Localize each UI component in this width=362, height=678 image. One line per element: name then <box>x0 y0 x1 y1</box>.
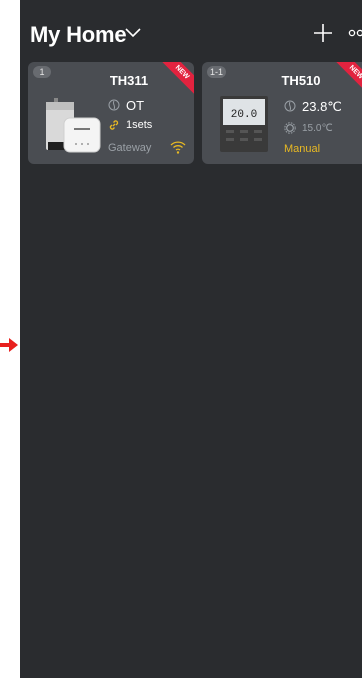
device-name: TH311 <box>109 73 149 88</box>
current-temp-value: 23.8℃ <box>302 99 342 114</box>
thermostat-display-temp: 20.0 <box>231 109 257 121</box>
device-type-label: Gateway <box>108 142 152 154</box>
mode-label: Manual <box>284 143 321 155</box>
app-screen: My Home 1 NEW TH311 OT 1sets Gateway 1-1… <box>20 0 362 678</box>
link-icon <box>109 120 119 130</box>
gateway-image <box>63 117 101 153</box>
add-device-button[interactable] <box>312 22 334 44</box>
temperature-icon <box>284 100 296 112</box>
red-arrow-indicator <box>0 338 18 352</box>
device-card-th311[interactable]: 1 NEW TH311 OT 1sets Gateway <box>28 62 194 164</box>
device-card-th510[interactable]: 1-1 NEW TH510 20.0 23.8℃ 15.0℃ Manual <box>202 62 362 164</box>
top-bar: My Home <box>20 0 362 60</box>
thermostat-image: 20.0 <box>220 96 268 152</box>
gear-icon <box>284 122 296 134</box>
home-selector-label[interactable]: My Home <box>30 22 127 48</box>
mode-value: OT <box>126 98 145 113</box>
mode-icon <box>108 99 120 111</box>
device-name: TH510 <box>281 73 321 88</box>
linked-sets-text: 1sets <box>126 119 153 131</box>
wifi-icon <box>170 141 186 154</box>
chevron-down-icon[interactable] <box>124 26 142 40</box>
more-options-icon[interactable] <box>348 28 362 38</box>
set-temp-value: 15.0℃ <box>302 123 333 134</box>
